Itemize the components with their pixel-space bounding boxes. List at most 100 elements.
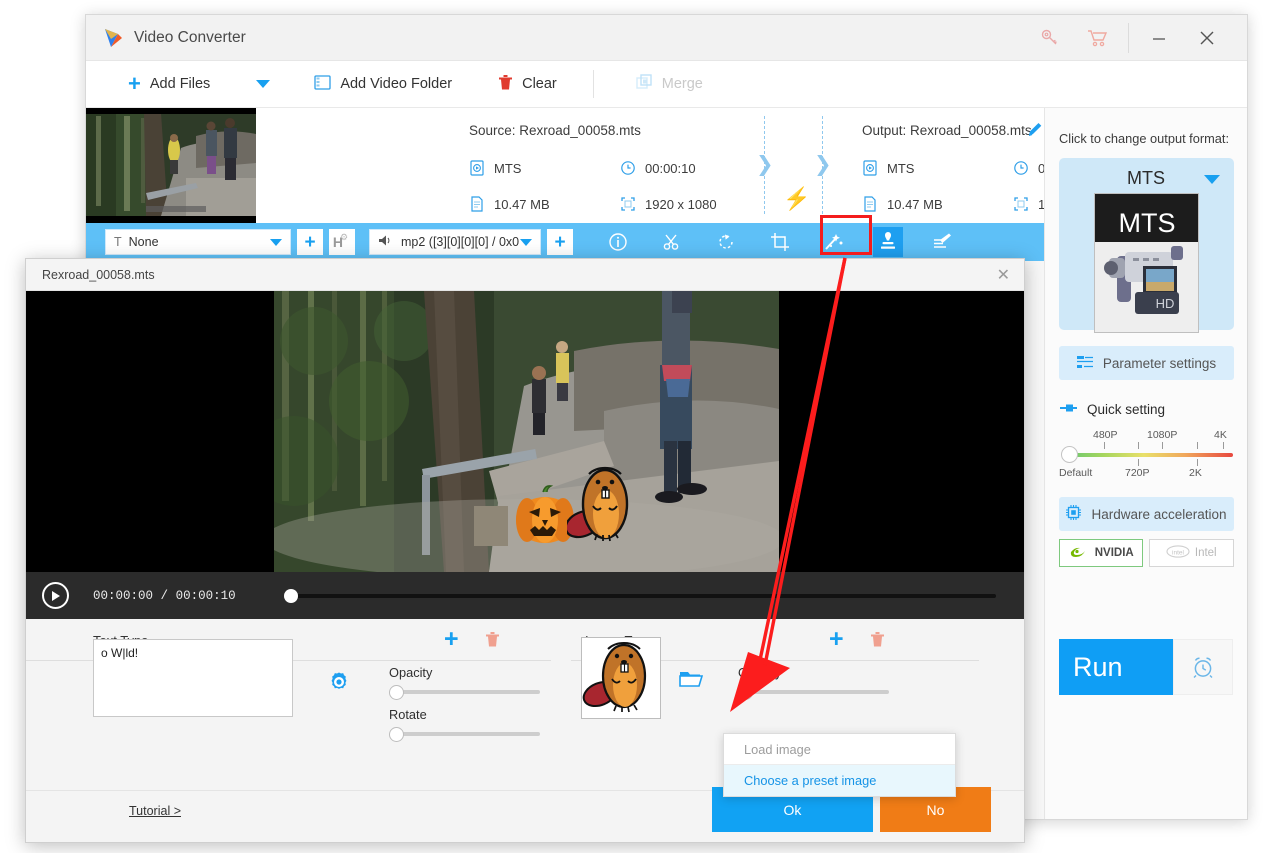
add-subtitle-button[interactable]: + bbox=[297, 229, 323, 255]
clear-label: Clear bbox=[522, 76, 557, 92]
minimize-icon[interactable] bbox=[1135, 15, 1183, 61]
dialog-close-icon[interactable]: ✕ bbox=[997, 265, 1010, 285]
time-separator: / bbox=[160, 588, 169, 603]
subtitle-value: None bbox=[128, 235, 159, 249]
add-image-watermark-button[interactable]: + bbox=[829, 627, 844, 652]
gpu-nvidia-label: NVIDIA bbox=[1094, 547, 1134, 559]
watermark-icon[interactable] bbox=[873, 227, 903, 257]
audio-select[interactable]: mp2 ([3][0][0][0] / 0x0 bbox=[369, 229, 541, 255]
plus-icon-audio: + bbox=[554, 231, 566, 253]
key-icon[interactable] bbox=[1026, 15, 1074, 61]
output-filename: Output: Rexroad_00058.mts bbox=[862, 123, 1032, 138]
merge-icon bbox=[636, 73, 653, 95]
output-format-value: MTS bbox=[887, 160, 915, 176]
seek-bar[interactable] bbox=[283, 588, 996, 603]
output-size: 10.47 MB bbox=[862, 196, 943, 212]
add-files-label: Add Files bbox=[149, 76, 211, 92]
run-button[interactable]: Run bbox=[1059, 639, 1173, 695]
watermark-button-highlight bbox=[820, 215, 872, 255]
output-format-box[interactable]: MTS MTS HD bbox=[1058, 158, 1234, 333]
tutorial-link[interactable]: Tutorial > bbox=[129, 804, 181, 818]
video-file-icon-2 bbox=[862, 160, 878, 176]
gpu-nvidia-button[interactable]: NVIDIA bbox=[1058, 539, 1143, 567]
toolbar-divider bbox=[592, 70, 594, 98]
add-files-dropdown-button[interactable] bbox=[246, 61, 280, 108]
titlebar-divider bbox=[1128, 23, 1129, 53]
slider-label-720p: 720P bbox=[1125, 467, 1150, 479]
screen: Video Converter + Add Files Add Video Fo… bbox=[0, 0, 1273, 853]
image-opacity-track[interactable] bbox=[741, 690, 889, 694]
trash-icon bbox=[498, 74, 513, 95]
chevron-down-icon-subtitle bbox=[270, 238, 282, 246]
alarm-clock-icon[interactable] bbox=[1173, 639, 1233, 695]
source-resolution-value: 1920 x 1080 bbox=[645, 196, 717, 212]
add-text-watermark-button[interactable]: + bbox=[444, 627, 459, 652]
parameter-settings-label: Parameter settings bbox=[1102, 355, 1217, 371]
audio-value: mp2 ([3][0][0][0] / 0x0 bbox=[401, 235, 520, 249]
document-icon bbox=[469, 196, 485, 212]
merge-button[interactable]: Merge bbox=[626, 61, 713, 108]
chevron-down-icon-format[interactable] bbox=[1203, 175, 1220, 184]
close-icon[interactable] bbox=[1183, 15, 1231, 61]
seek-knob[interactable] bbox=[283, 588, 298, 603]
sliders-icon bbox=[1076, 354, 1094, 373]
text-icon: T bbox=[114, 235, 122, 249]
text-settings-gear-icon[interactable] bbox=[328, 671, 350, 698]
text-rotate-track[interactable] bbox=[392, 732, 540, 736]
main-toolbar: + Add Files Add Video Folder Clear Merge bbox=[86, 61, 1247, 108]
speaker-icon bbox=[378, 234, 394, 250]
clock-icon-2 bbox=[1013, 160, 1029, 176]
video-preview bbox=[26, 291, 1024, 572]
crop-icon[interactable] bbox=[765, 227, 795, 257]
play-button[interactable] bbox=[42, 582, 69, 609]
trash-icon-text bbox=[486, 632, 499, 647]
subtitle-select[interactable]: T None bbox=[105, 229, 291, 255]
add-files-button[interactable]: + Add Files bbox=[118, 61, 220, 108]
codec-button[interactable]: H ⚙ bbox=[329, 229, 355, 255]
menu-item-choose-preset-image[interactable]: Choose a preset image bbox=[724, 765, 955, 796]
text-watermark-input[interactable] bbox=[93, 639, 293, 717]
adjust-icon[interactable] bbox=[927, 227, 957, 257]
image-watermark-thumbnail[interactable] bbox=[581, 637, 661, 719]
info-icon[interactable] bbox=[603, 227, 633, 257]
edit-output-name-icon[interactable] bbox=[1026, 121, 1044, 144]
quality-slider[interactable]: 480P 1080P 4K Default 720P 2K bbox=[1059, 429, 1233, 483]
cut-icon[interactable] bbox=[657, 227, 687, 257]
svg-text:intel: intel bbox=[1172, 549, 1184, 556]
time-display: 00:00:00 / 00:00:10 bbox=[93, 589, 236, 603]
delete-text-watermark-button[interactable] bbox=[485, 631, 500, 653]
image-opacity-knob[interactable] bbox=[738, 685, 753, 700]
chevron-down-icon bbox=[256, 80, 271, 88]
plus-icon-subtitle: + bbox=[304, 231, 316, 253]
trash-icon-image bbox=[871, 632, 884, 647]
gpu-intel-label: Intel bbox=[1194, 547, 1217, 559]
chevron-right-icon: ❯ bbox=[756, 153, 774, 176]
parameter-settings-button[interactable]: Parameter settings bbox=[1058, 346, 1234, 380]
slider-label-1080p: 1080P bbox=[1147, 429, 1178, 441]
resolution-icon-2 bbox=[1013, 196, 1029, 212]
text-opacity-label: Opacity bbox=[389, 665, 433, 680]
rotate-icon[interactable] bbox=[711, 227, 741, 257]
hardware-acceleration-button[interactable]: Hardware acceleration bbox=[1058, 497, 1234, 531]
cart-icon[interactable] bbox=[1074, 15, 1122, 61]
output-format: MTS bbox=[862, 160, 914, 176]
text-opacity-knob[interactable] bbox=[389, 685, 404, 700]
slider-knob[interactable] bbox=[1061, 446, 1078, 463]
clock-icon bbox=[620, 160, 636, 176]
text-opacity-track[interactable] bbox=[392, 690, 540, 694]
dialog-title-bar: Rexroad_00058.mts ✕ bbox=[26, 259, 1024, 291]
slider-label-2k: 2K bbox=[1189, 467, 1202, 479]
total-time: 00:00:10 bbox=[175, 588, 236, 603]
add-audio-button[interactable]: + bbox=[547, 229, 573, 255]
source-duration-value: 00:00:10 bbox=[645, 160, 696, 176]
add-video-folder-button[interactable]: Add Video Folder bbox=[304, 61, 462, 108]
clear-button[interactable]: Clear bbox=[488, 61, 567, 108]
load-image-folder-icon[interactable] bbox=[679, 669, 704, 693]
text-rotate-knob[interactable] bbox=[389, 727, 404, 742]
menu-item-load-image[interactable]: Load image bbox=[724, 734, 955, 765]
gpu-intel-button[interactable]: intel Intel bbox=[1149, 539, 1234, 567]
window-controls bbox=[1026, 15, 1247, 61]
svg-text:HD: HD bbox=[1155, 296, 1174, 311]
output-format-name: MTS bbox=[1127, 168, 1165, 188]
delete-image-watermark-button[interactable] bbox=[870, 631, 885, 653]
